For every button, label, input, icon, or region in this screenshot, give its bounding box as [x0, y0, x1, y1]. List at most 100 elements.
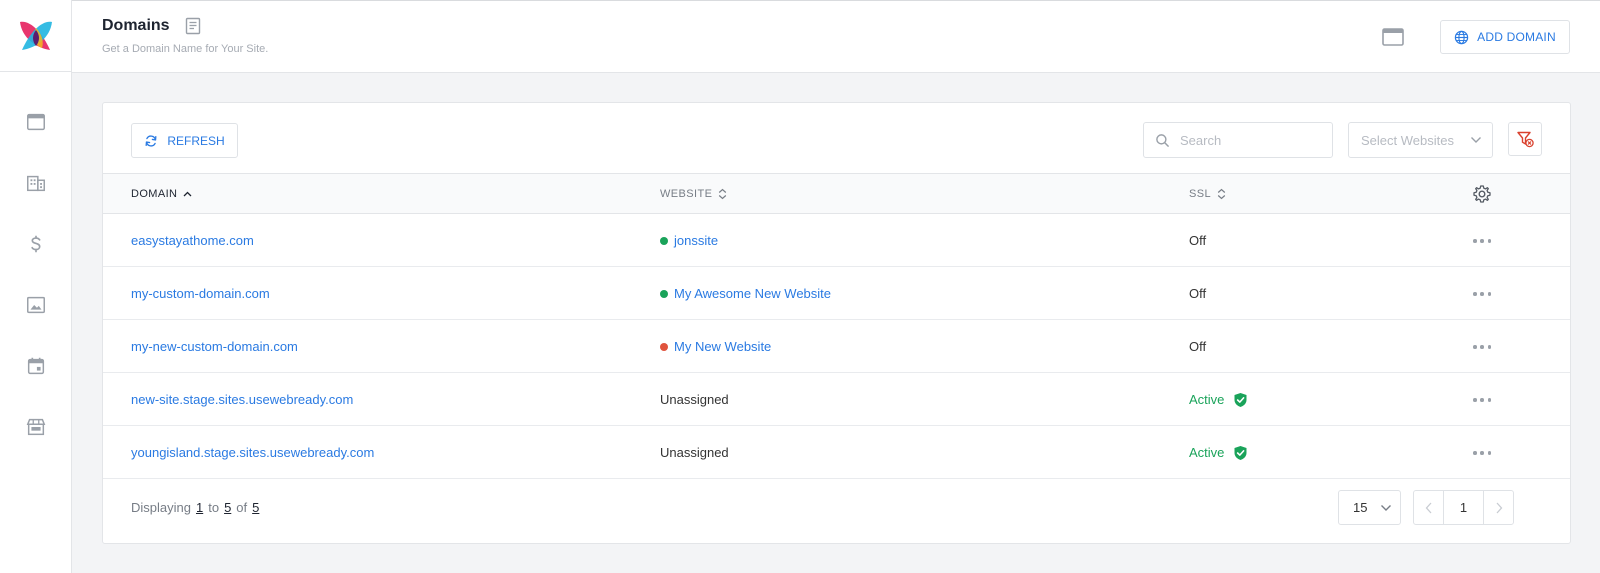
brand-logo-icon — [19, 21, 52, 50]
sort-icon — [1217, 188, 1226, 200]
per-page-value: 15 — [1353, 500, 1368, 515]
website-cell: Unassigned — [660, 373, 729, 426]
domain-link[interactable]: easystayathome.com — [131, 214, 254, 267]
range-start: 1 — [195, 500, 204, 515]
status-dot-online — [660, 289, 668, 298]
next-page-button[interactable] — [1484, 491, 1513, 524]
page-title: Domains — [102, 17, 170, 34]
ssl-status: Off — [1189, 339, 1207, 354]
sidebar-item-media[interactable] — [16, 285, 56, 325]
ssl-cell: Off — [1189, 320, 1206, 373]
add-domain-button[interactable]: ADD DOMAIN — [1440, 20, 1570, 54]
table-toolbar: REFRESH Select Websites — [103, 103, 1570, 174]
website-unassigned: Unassigned — [660, 445, 729, 460]
building-icon — [26, 175, 45, 192]
search-icon — [1156, 133, 1169, 147]
per-page-select[interactable]: 15 — [1338, 490, 1401, 525]
row-actions-more-icon[interactable] — [1469, 393, 1495, 407]
ssl-cell: Off — [1189, 267, 1206, 320]
window-icon — [26, 113, 45, 131]
domains-card: REFRESH Select Websites DOMAIN WEBSITE S… — [102, 102, 1571, 544]
displaying-label: Displaying — [131, 500, 191, 515]
row-actions-more-icon[interactable] — [1469, 234, 1495, 248]
shield-check-icon — [1234, 392, 1247, 407]
table-footer: Displaying 1 to 5 of 5 15 1 — [103, 479, 1570, 536]
website-unassigned: Unassigned — [660, 392, 729, 407]
ssl-cell: Off — [1189, 214, 1206, 267]
store-icon — [26, 418, 45, 436]
website-link[interactable]: jonssite — [674, 233, 718, 248]
range-end: 5 — [224, 500, 232, 515]
globe-icon — [1454, 30, 1469, 44]
sidebar-item-websites[interactable] — [16, 102, 56, 142]
row-actions-more-icon[interactable] — [1469, 287, 1495, 301]
select-websites-placeholder: Select Websites — [1361, 132, 1454, 148]
of-label: of — [236, 500, 248, 515]
document-icon[interactable] — [184, 17, 202, 35]
refresh-button[interactable]: REFRESH — [131, 123, 238, 158]
column-domain-label: DOMAIN — [131, 188, 178, 200]
shield-check-icon — [1234, 445, 1247, 460]
sidebar — [0, 0, 72, 573]
sort-icon — [719, 188, 727, 200]
total-count: 5 — [252, 500, 260, 515]
status-dot-offline — [660, 342, 668, 351]
website-link[interactable]: My Awesome New Website — [674, 286, 831, 301]
top-bar: Domains Get a Domain Name for Your Site.… — [72, 0, 1600, 73]
website-cell: jonssite — [660, 214, 718, 267]
domain-link[interactable]: new-site.stage.sites.usewebready.com — [131, 373, 353, 426]
sidebar-item-billing[interactable] — [16, 224, 56, 264]
column-settings-gear-icon[interactable] — [1472, 184, 1492, 204]
current-page[interactable]: 1 — [1443, 491, 1484, 524]
website-cell: My Awesome New Website — [660, 267, 831, 320]
table-row[interactable]: youngisland.stage.sites.usewebready.com … — [103, 426, 1570, 479]
column-header-domain[interactable]: DOMAIN — [131, 174, 192, 214]
table-row[interactable]: my-custom-domain.com My Awesome New Webs… — [103, 267, 1570, 320]
table-header: DOMAIN WEBSITE SSL — [103, 174, 1570, 214]
column-website-label: WEBSITE — [660, 188, 713, 200]
sidebar-item-business[interactable] — [16, 163, 56, 203]
select-websites-dropdown[interactable]: Select Websites — [1348, 122, 1493, 158]
previous-page-button[interactable] — [1414, 491, 1443, 524]
refresh-icon — [145, 134, 157, 147]
table-row[interactable]: my-new-custom-domain.com My New Website … — [103, 320, 1570, 373]
search-box — [1143, 122, 1333, 158]
pagination: 1 — [1413, 490, 1514, 525]
chevron-down-icon — [1381, 504, 1391, 511]
refresh-label: REFRESH — [167, 133, 225, 148]
domain-link[interactable]: my-new-custom-domain.com — [131, 320, 298, 373]
ssl-status: Active — [1189, 392, 1225, 407]
logo[interactable] — [0, 0, 71, 72]
page-header: Domains Get a Domain Name for Your Site. — [102, 17, 268, 55]
sidebar-item-calendar[interactable] — [16, 346, 56, 386]
table-row[interactable]: easystayathome.com jonssite Off — [103, 214, 1570, 267]
domain-link[interactable]: my-custom-domain.com — [131, 267, 270, 320]
website-link[interactable]: My New Website — [674, 339, 771, 354]
to-label: to — [208, 500, 220, 515]
column-header-website[interactable]: WEBSITE — [660, 174, 727, 214]
ssl-cell: Active — [1189, 426, 1248, 479]
add-domain-label: ADD DOMAIN — [1477, 30, 1556, 44]
image-icon — [26, 296, 45, 314]
website-cell: My New Website — [660, 320, 771, 373]
sort-asc-icon — [183, 191, 192, 197]
chevron-left-icon — [1425, 502, 1431, 513]
ssl-status: Off — [1189, 286, 1207, 301]
table-row[interactable]: new-site.stage.sites.usewebready.com Una… — [103, 373, 1570, 426]
status-dot-online — [660, 236, 668, 245]
row-actions-more-icon[interactable] — [1469, 446, 1495, 460]
calendar-icon — [27, 357, 44, 375]
page-subtitle: Get a Domain Name for Your Site. — [102, 43, 269, 55]
column-header-ssl[interactable]: SSL — [1189, 174, 1226, 214]
search-input[interactable] — [1180, 132, 1320, 148]
row-actions-more-icon[interactable] — [1469, 340, 1495, 354]
clear-filter-button[interactable] — [1508, 122, 1542, 156]
filter-clear-icon — [1517, 131, 1534, 148]
pagination-summary: Displaying 1 to 5 of 5 — [131, 479, 264, 536]
chevron-down-icon — [1471, 137, 1481, 143]
ssl-cell: Active — [1189, 373, 1248, 426]
chevron-right-icon — [1496, 502, 1502, 513]
domain-link[interactable]: youngisland.stage.sites.usewebready.com — [131, 426, 374, 479]
sidebar-item-store[interactable] — [16, 407, 56, 447]
preview-window-icon[interactable] — [1381, 27, 1405, 47]
